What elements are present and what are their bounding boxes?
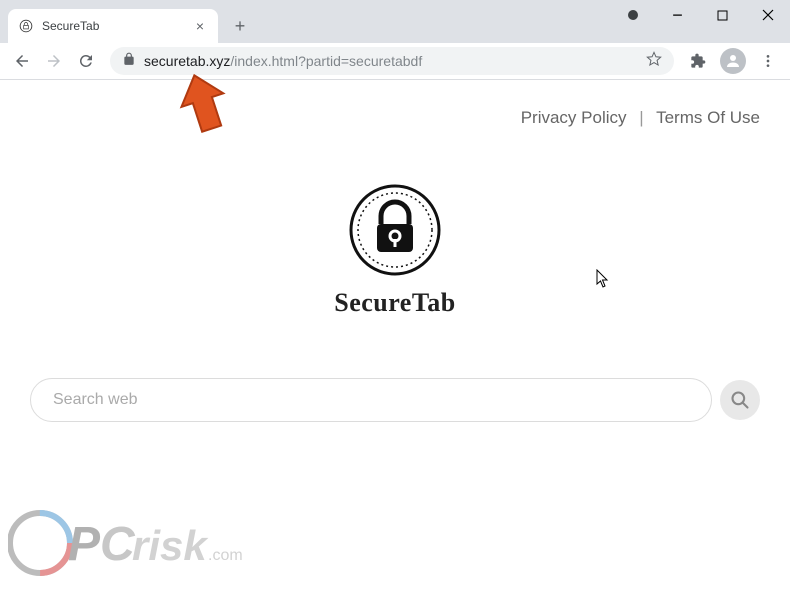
tab-title: SecureTab xyxy=(42,19,184,33)
url-path: /index.html?partid=securetabdf xyxy=(230,53,422,69)
top-links: Privacy Policy | Terms Of Use xyxy=(521,108,760,128)
new-tab-button[interactable]: + xyxy=(226,12,254,40)
browser-tab[interactable]: SecureTab × xyxy=(8,9,218,43)
url-domain: securetab.xyz xyxy=(144,53,230,69)
minimize-button[interactable]: − xyxy=(655,0,700,30)
privacy-policy-link[interactable]: Privacy Policy xyxy=(521,108,627,127)
reload-button[interactable] xyxy=(72,47,100,75)
svg-text:risk: risk xyxy=(132,522,209,569)
link-separator: | xyxy=(639,108,643,127)
pcrisk-watermark: P C risk .com xyxy=(8,498,288,593)
tab-favicon xyxy=(18,18,34,34)
terms-of-use-link[interactable]: Terms Of Use xyxy=(656,108,760,127)
url-text: securetab.xyz/index.html?partid=secureta… xyxy=(144,53,422,69)
svg-text:P: P xyxy=(68,518,101,571)
app-indicator-icon[interactable] xyxy=(610,0,655,30)
securetab-logo-icon xyxy=(345,180,445,280)
extensions-icon[interactable] xyxy=(684,47,712,75)
close-tab-icon[interactable]: × xyxy=(192,18,208,34)
close-window-button[interactable] xyxy=(745,0,790,30)
browser-toolbar: securetab.xyz/index.html?partid=secureta… xyxy=(0,43,790,80)
page-content: Privacy Policy | Terms Of Use SecureTab xyxy=(0,80,790,601)
search-icon xyxy=(730,390,750,410)
profile-avatar[interactable] xyxy=(720,48,746,74)
maximize-button[interactable] xyxy=(700,0,745,30)
lock-icon xyxy=(122,52,136,71)
window-controls: − xyxy=(610,0,790,30)
address-bar[interactable]: securetab.xyz/index.html?partid=secureta… xyxy=(110,47,674,75)
browser-titlebar: SecureTab × + − xyxy=(0,0,790,43)
forward-button[interactable] xyxy=(40,47,68,75)
search-area xyxy=(30,378,760,422)
bookmark-star-icon[interactable] xyxy=(646,51,662,72)
svg-text:C: C xyxy=(100,518,136,571)
search-input[interactable] xyxy=(30,378,712,422)
search-button[interactable] xyxy=(720,380,760,420)
svg-text:.com: .com xyxy=(208,547,243,564)
logo-text: SecureTab xyxy=(0,288,790,318)
menu-icon[interactable] xyxy=(754,47,782,75)
back-button[interactable] xyxy=(8,47,36,75)
